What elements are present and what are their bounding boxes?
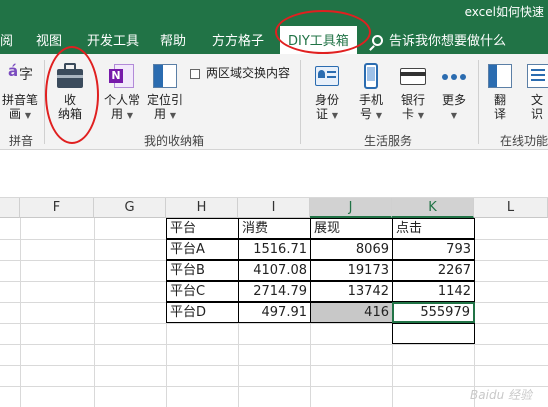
table-row-impressions[interactable]: 19173 xyxy=(310,260,393,281)
text-recognize-button[interactable]: 文 识 xyxy=(522,62,548,121)
more-button[interactable]: 更多 ▼ xyxy=(436,62,472,123)
active-cell-clicks[interactable]: 555979 xyxy=(392,302,475,323)
chevron-down-icon: ▼ xyxy=(417,111,424,120)
table-row-platform[interactable]: 平台A xyxy=(166,239,239,260)
tab-help[interactable]: 帮助 xyxy=(160,30,186,49)
chevron-down-icon: ▼ xyxy=(331,111,338,120)
bank-card-button[interactable]: 银行 卡 ▼ xyxy=(394,62,432,123)
personal-label-2: 用 xyxy=(111,107,124,121)
column-header-partial[interactable] xyxy=(0,198,20,218)
window-title: excel如何快速 xyxy=(464,5,544,19)
column-header-g[interactable]: G xyxy=(94,198,166,218)
highlight-oval-diy-tab xyxy=(275,10,371,54)
phone-icon xyxy=(357,62,385,90)
table-row-platform[interactable]: 平台D xyxy=(166,302,239,323)
locate-reference-button[interactable]: 定位引 用 ▼ xyxy=(143,62,187,123)
swap-ranges-label: 两区域交换内容 xyxy=(206,66,291,80)
table-row-clicks[interactable]: 1142 xyxy=(392,281,475,302)
table-row-clicks[interactable]: 793 xyxy=(392,239,475,260)
chevron-down-icon: ▼ xyxy=(126,111,133,120)
id-card-label-1: 身份 xyxy=(314,93,339,107)
table-row-clicks[interactable]: 2267 xyxy=(392,260,475,281)
tell-me-box[interactable]: 告诉我你想要做什么 xyxy=(372,30,506,49)
group-divider xyxy=(300,60,301,144)
bank-card-icon xyxy=(399,62,427,90)
phone-button[interactable]: 手机 号 ▼ xyxy=(352,62,390,123)
phone-label-2: 号 xyxy=(360,107,373,121)
personal-favorites-button[interactable]: N 个人常 用 ▼ xyxy=(100,62,144,123)
group-label-life-services: 生活服务 xyxy=(364,134,413,148)
window-icon xyxy=(151,62,179,90)
column-header-l[interactable]: L xyxy=(474,198,548,218)
table-header-platform[interactable]: 平台 xyxy=(166,218,239,239)
chevron-down-icon: ▼ xyxy=(450,111,458,120)
column-header-h[interactable]: H xyxy=(166,198,238,218)
selected-cell-impressions[interactable]: 416 xyxy=(310,302,393,323)
swap-ranges-checkbox[interactable]: 两区域交换内容 xyxy=(190,64,290,81)
personal-label-1: 个人常 xyxy=(103,93,140,107)
chevron-down-icon: ▼ xyxy=(24,111,31,120)
bank-card-label-2: 卡 xyxy=(402,107,415,121)
translate-icon xyxy=(486,62,514,90)
table-row-spend[interactable]: 497.91 xyxy=(238,302,311,323)
column-header-f[interactable]: F xyxy=(20,198,94,218)
table-row-platform[interactable]: 平台C xyxy=(166,281,239,302)
chevron-down-icon: ▼ xyxy=(169,111,176,120)
table-row-platform[interactable]: 平台B xyxy=(166,260,239,281)
table-row-impressions[interactable]: 13742 xyxy=(310,281,393,302)
pinyin-label-2: 画 xyxy=(9,107,22,121)
more-dots-icon xyxy=(440,62,468,90)
text-recognize-label-1: 文 xyxy=(530,93,543,107)
column-header-i[interactable]: I xyxy=(238,198,310,218)
tab-developer[interactable]: 开发工具 xyxy=(87,30,139,49)
table-header-spend[interactable]: 消费 xyxy=(238,218,311,239)
checkbox-icon xyxy=(190,68,200,79)
text-recognize-label-2: 识 xyxy=(530,107,543,121)
tab-review[interactable]: 阅 xyxy=(0,30,13,49)
bank-card-label-1: 银行 xyxy=(400,93,425,107)
column-header-j[interactable]: J xyxy=(310,198,392,218)
text-recognize-icon xyxy=(523,62,548,90)
pinyin-label-1: 拼音笔 xyxy=(1,93,38,107)
table-row-impressions[interactable]: 8069 xyxy=(310,239,393,260)
tab-fangfang[interactable]: 方方格子 xyxy=(212,30,264,49)
table-header-clicks[interactable]: 点击 xyxy=(392,218,475,239)
id-card-icon xyxy=(313,62,341,90)
translate-label-2: 译 xyxy=(493,107,506,121)
column-header-k[interactable]: K xyxy=(392,198,474,218)
more-label-1: 更多 xyxy=(441,93,466,107)
translate-button[interactable]: 翻 译 xyxy=(484,62,516,121)
pinyin-icon: á 字 xyxy=(8,62,33,83)
chevron-down-icon: ▼ xyxy=(375,111,382,120)
table-row-spend[interactable]: 1516.71 xyxy=(238,239,311,260)
title-bar: excel如何快速 xyxy=(0,0,548,22)
table-row-spend[interactable]: 4107.08 xyxy=(238,260,311,281)
locate-label-2: 用 xyxy=(154,107,167,121)
highlight-oval-toolbox xyxy=(45,46,99,144)
locate-label-1: 定位引 xyxy=(146,93,183,107)
formula-bar-area xyxy=(0,150,548,198)
phone-label-1: 手机 xyxy=(358,93,383,107)
onenote-icon: N xyxy=(108,62,136,90)
table-header-impressions[interactable]: 展现 xyxy=(310,218,393,239)
translate-label-1: 翻 xyxy=(493,93,506,107)
group-label-pinyin: 拼音 xyxy=(9,134,34,148)
empty-cell[interactable] xyxy=(392,323,475,344)
watermark: Baidu 经验 xyxy=(470,388,532,402)
search-icon xyxy=(372,35,383,46)
id-card-button[interactable]: 身份 证 ▼ xyxy=(308,62,346,123)
id-card-label-2: 证 xyxy=(316,107,329,121)
group-label-online: 在线功能 xyxy=(500,134,548,148)
tell-me-label: 告诉我你想要做什么 xyxy=(389,34,507,49)
group-label-my-box: 我的收纳箱 xyxy=(144,134,205,148)
group-divider xyxy=(478,60,479,144)
tab-view[interactable]: 视图 xyxy=(36,30,62,49)
pinyin-button[interactable]: á 字 拼音笔 画 ▼ xyxy=(0,62,40,123)
table-row-spend[interactable]: 2714.79 xyxy=(238,281,311,302)
